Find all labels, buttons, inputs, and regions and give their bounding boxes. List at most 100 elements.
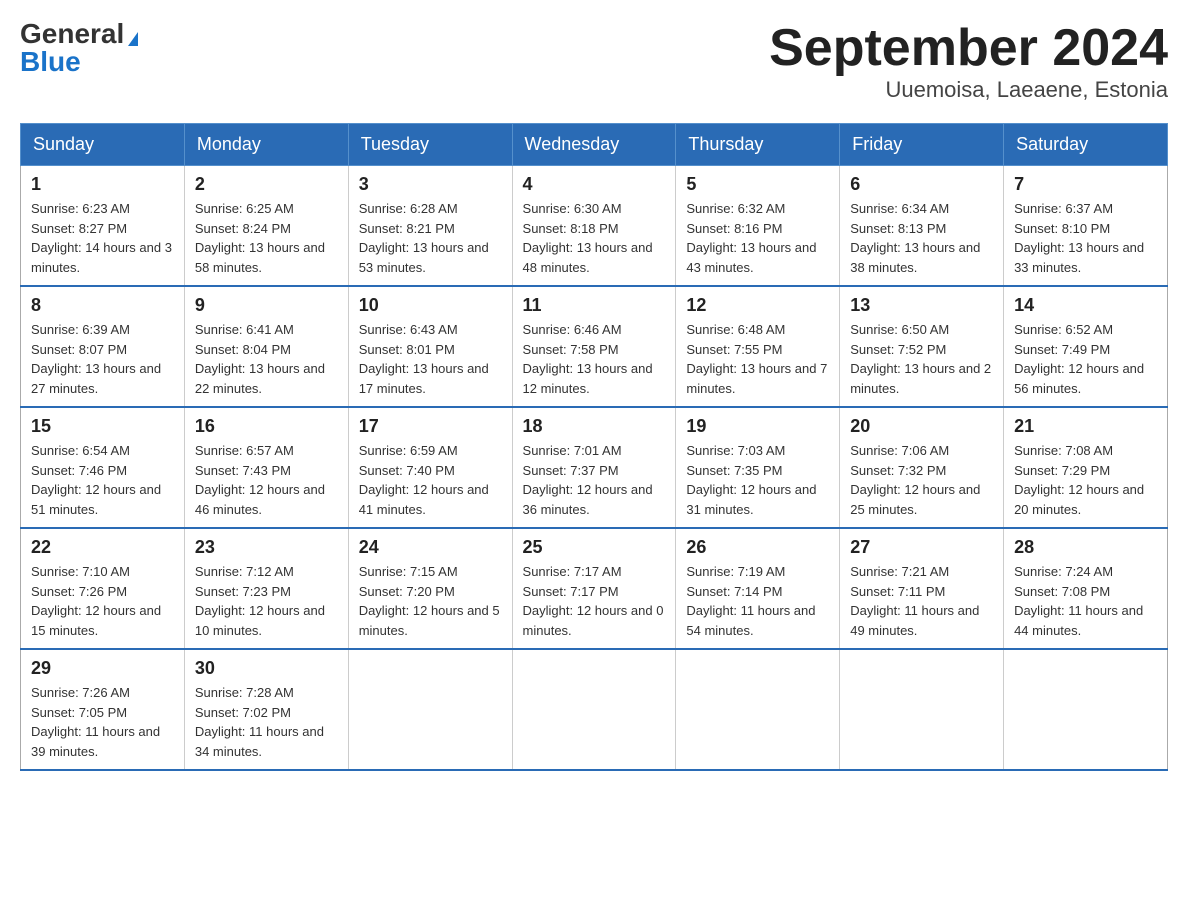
day-info: Sunrise: 7:10 AMSunset: 7:26 PMDaylight:…	[31, 562, 174, 640]
day-info: Sunrise: 6:50 AMSunset: 7:52 PMDaylight:…	[850, 320, 993, 398]
calendar-cell	[840, 649, 1004, 770]
day-info: Sunrise: 6:30 AMSunset: 8:18 PMDaylight:…	[523, 199, 666, 277]
calendar-subtitle: Uuemoisa, Laeaene, Estonia	[769, 77, 1168, 103]
logo-triangle-icon	[128, 32, 138, 46]
day-number: 21	[1014, 416, 1157, 437]
day-of-week-wednesday: Wednesday	[512, 124, 676, 166]
calendar-week-2: 8 Sunrise: 6:39 AMSunset: 8:07 PMDaylight…	[21, 286, 1168, 407]
calendar-cell: 8 Sunrise: 6:39 AMSunset: 8:07 PMDaylight…	[21, 286, 185, 407]
day-number: 6	[850, 174, 993, 195]
day-number: 26	[686, 537, 829, 558]
calendar-cell: 23Sunrise: 7:12 AMSunset: 7:23 PMDayligh…	[184, 528, 348, 649]
calendar-cell: 5 Sunrise: 6:32 AMSunset: 8:16 PMDaylight…	[676, 166, 840, 287]
calendar-cell: 3 Sunrise: 6:28 AMSunset: 8:21 PMDaylight…	[348, 166, 512, 287]
calendar-cell: 27Sunrise: 7:21 AMSunset: 7:11 PMDayligh…	[840, 528, 1004, 649]
calendar-cell: 22 Sunrise: 7:10 AMSunset: 7:26 PMDayligh…	[21, 528, 185, 649]
day-info: Sunrise: 7:26 AMSunset: 7:05 PMDaylight:…	[31, 683, 174, 761]
day-of-week-sunday: Sunday	[21, 124, 185, 166]
calendar-header: SundayMondayTuesdayWednesdayThursdayFrid…	[21, 124, 1168, 166]
day-info: Sunrise: 6:57 AMSunset: 7:43 PMDaylight:…	[195, 441, 338, 519]
logo-general-line: General	[20, 20, 138, 48]
day-info: Sunrise: 7:24 AMSunset: 7:08 PMDaylight:…	[1014, 562, 1157, 640]
day-info: Sunrise: 7:08 AMSunset: 7:29 PMDaylight:…	[1014, 441, 1157, 519]
calendar-week-1: 1 Sunrise: 6:23 AMSunset: 8:27 PMDaylight…	[21, 166, 1168, 287]
day-number: 4	[523, 174, 666, 195]
calendar-cell: 21 Sunrise: 7:08 AMSunset: 7:29 PMDayligh…	[1004, 407, 1168, 528]
day-number: 7	[1014, 174, 1157, 195]
day-number: 14	[1014, 295, 1157, 316]
calendar-cell: 1 Sunrise: 6:23 AMSunset: 8:27 PMDaylight…	[21, 166, 185, 287]
day-number: 3	[359, 174, 502, 195]
day-info: Sunrise: 7:19 AMSunset: 7:14 PMDaylight:…	[686, 562, 829, 640]
day-number: 11	[523, 295, 666, 316]
day-number: 1	[31, 174, 174, 195]
calendar-cell: 17Sunrise: 6:59 AMSunset: 7:40 PMDayligh…	[348, 407, 512, 528]
calendar-cell: 19 Sunrise: 7:03 AMSunset: 7:35 PMDayligh…	[676, 407, 840, 528]
day-info: Sunrise: 7:28 AMSunset: 7:02 PMDaylight:…	[195, 683, 338, 761]
day-info: Sunrise: 6:39 AMSunset: 8:07 PMDaylight:…	[31, 320, 174, 398]
logo-blue-text: Blue	[20, 48, 81, 76]
day-number: 8	[31, 295, 174, 316]
calendar-week-4: 22 Sunrise: 7:10 AMSunset: 7:26 PMDayligh…	[21, 528, 1168, 649]
calendar-cell: 2Sunrise: 6:25 AMSunset: 8:24 PMDaylight…	[184, 166, 348, 287]
calendar-week-5: 29 Sunrise: 7:26 AMSunset: 7:05 PMDayligh…	[21, 649, 1168, 770]
day-number: 18	[523, 416, 666, 437]
day-of-week-monday: Monday	[184, 124, 348, 166]
calendar-cell	[1004, 649, 1168, 770]
day-info: Sunrise: 6:37 AMSunset: 8:10 PMDaylight:…	[1014, 199, 1157, 277]
calendar-title: September 2024	[769, 20, 1168, 77]
calendar-cell: 11 Sunrise: 6:46 AMSunset: 7:58 PMDayligh…	[512, 286, 676, 407]
calendar-cell	[676, 649, 840, 770]
day-number: 12	[686, 295, 829, 316]
calendar-cell: 30Sunrise: 7:28 AMSunset: 7:02 PMDayligh…	[184, 649, 348, 770]
day-info: Sunrise: 6:54 AMSunset: 7:46 PMDaylight:…	[31, 441, 174, 519]
calendar-cell: 9Sunrise: 6:41 AMSunset: 8:04 PMDaylight…	[184, 286, 348, 407]
day-number: 19	[686, 416, 829, 437]
logo-general-text: General	[20, 18, 124, 49]
day-of-week-thursday: Thursday	[676, 124, 840, 166]
calendar-cell	[348, 649, 512, 770]
day-number: 20	[850, 416, 993, 437]
day-info: Sunrise: 6:28 AMSunset: 8:21 PMDaylight:…	[359, 199, 502, 277]
calendar-cell: 18Sunrise: 7:01 AMSunset: 7:37 PMDayligh…	[512, 407, 676, 528]
day-info: Sunrise: 7:06 AMSunset: 7:32 PMDaylight:…	[850, 441, 993, 519]
calendar-table: SundayMondayTuesdayWednesdayThursdayFrid…	[20, 123, 1168, 771]
calendar-cell: 25Sunrise: 7:17 AMSunset: 7:17 PMDayligh…	[512, 528, 676, 649]
calendar-body: 1 Sunrise: 6:23 AMSunset: 8:27 PMDaylight…	[21, 166, 1168, 771]
day-info: Sunrise: 6:48 AMSunset: 7:55 PMDaylight:…	[686, 320, 829, 398]
day-info: Sunrise: 6:23 AMSunset: 8:27 PMDaylight:…	[31, 199, 174, 277]
calendar-cell: 10Sunrise: 6:43 AMSunset: 8:01 PMDayligh…	[348, 286, 512, 407]
calendar-cell: 14Sunrise: 6:52 AMSunset: 7:49 PMDayligh…	[1004, 286, 1168, 407]
day-of-week-tuesday: Tuesday	[348, 124, 512, 166]
day-number: 29	[31, 658, 174, 679]
calendar-cell: 12 Sunrise: 6:48 AMSunset: 7:55 PMDayligh…	[676, 286, 840, 407]
day-info: Sunrise: 6:41 AMSunset: 8:04 PMDaylight:…	[195, 320, 338, 398]
day-number: 15	[31, 416, 174, 437]
calendar-cell: 13Sunrise: 6:50 AMSunset: 7:52 PMDayligh…	[840, 286, 1004, 407]
calendar-week-3: 15 Sunrise: 6:54 AMSunset: 7:46 PMDayligh…	[21, 407, 1168, 528]
calendar-cell: 6 Sunrise: 6:34 AMSunset: 8:13 PMDaylight…	[840, 166, 1004, 287]
day-info: Sunrise: 6:46 AMSunset: 7:58 PMDaylight:…	[523, 320, 666, 398]
day-info: Sunrise: 6:59 AMSunset: 7:40 PMDaylight:…	[359, 441, 502, 519]
day-info: Sunrise: 6:43 AMSunset: 8:01 PMDaylight:…	[359, 320, 502, 398]
day-info: Sunrise: 6:34 AMSunset: 8:13 PMDaylight:…	[850, 199, 993, 277]
day-info: Sunrise: 7:21 AMSunset: 7:11 PMDaylight:…	[850, 562, 993, 640]
day-number: 23	[195, 537, 338, 558]
title-block: September 2024 Uuemoisa, Laeaene, Estoni…	[769, 20, 1168, 103]
day-number: 24	[359, 537, 502, 558]
calendar-cell	[512, 649, 676, 770]
day-number: 22	[31, 537, 174, 558]
calendar-cell: 26 Sunrise: 7:19 AMSunset: 7:14 PMDayligh…	[676, 528, 840, 649]
day-of-week-friday: Friday	[840, 124, 1004, 166]
day-info: Sunrise: 7:03 AMSunset: 7:35 PMDaylight:…	[686, 441, 829, 519]
day-number: 5	[686, 174, 829, 195]
day-info: Sunrise: 7:15 AMSunset: 7:20 PMDaylight:…	[359, 562, 502, 640]
calendar-cell: 4 Sunrise: 6:30 AMSunset: 8:18 PMDaylight…	[512, 166, 676, 287]
logo: General Blue	[20, 20, 138, 76]
calendar-cell: 29 Sunrise: 7:26 AMSunset: 7:05 PMDayligh…	[21, 649, 185, 770]
calendar-cell: 7 Sunrise: 6:37 AMSunset: 8:10 PMDaylight…	[1004, 166, 1168, 287]
day-number: 28	[1014, 537, 1157, 558]
day-info: Sunrise: 6:32 AMSunset: 8:16 PMDaylight:…	[686, 199, 829, 277]
day-number: 16	[195, 416, 338, 437]
calendar-cell: 24 Sunrise: 7:15 AMSunset: 7:20 PMDayligh…	[348, 528, 512, 649]
